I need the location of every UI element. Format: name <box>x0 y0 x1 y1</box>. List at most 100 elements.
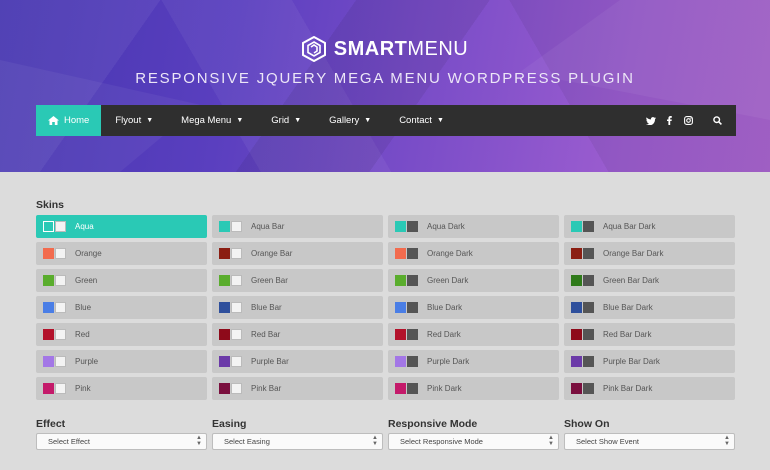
skin-base-swatch <box>583 383 594 394</box>
skin-option[interactable]: Red Dark <box>388 323 559 346</box>
skin-swatch <box>43 383 66 394</box>
skin-option[interactable]: Pink Dark <box>388 377 559 400</box>
select-arrows-icon: ▲ ▼ <box>548 435 554 447</box>
nav-item-contact[interactable]: Contact ▼ <box>385 105 458 136</box>
nav-item-mega-menu[interactable]: Mega Menu ▼ <box>167 105 257 136</box>
skin-swatch <box>219 383 242 394</box>
skin-label: Red <box>75 330 90 339</box>
skin-label: Purple Dark <box>427 357 470 366</box>
skin-swatch <box>395 356 418 367</box>
skin-swatch <box>43 275 66 286</box>
skin-option[interactable]: Orange Bar Dark <box>564 242 735 265</box>
skin-color-swatch <box>219 221 230 232</box>
responsive-mode-select[interactable]: Select Responsive Mode ▲ ▼ <box>388 433 559 450</box>
show-on-select[interactable]: Select Show Event ▲ ▼ <box>564 433 735 450</box>
skin-option[interactable]: Green Bar <box>212 269 383 292</box>
skin-label: Blue <box>75 303 92 312</box>
easing-label: Easing <box>212 418 247 430</box>
instagram-icon[interactable] <box>679 105 698 136</box>
skin-option[interactable]: Aqua Dark <box>388 215 559 238</box>
chevron-down-icon: ▼ <box>236 117 244 124</box>
skin-option[interactable]: Red Bar Dark <box>564 323 735 346</box>
skin-option[interactable]: Orange <box>36 242 207 265</box>
skin-option[interactable]: Blue Bar <box>212 296 383 319</box>
skin-color-swatch <box>571 329 582 340</box>
skin-color-swatch <box>43 221 54 232</box>
nav-item-grid[interactable]: Grid ▼ <box>257 105 315 136</box>
skin-base-swatch <box>407 221 418 232</box>
skin-swatch <box>43 329 66 340</box>
skin-option[interactable]: Purple Bar Dark <box>564 350 735 373</box>
skin-option[interactable]: Pink Bar Dark <box>564 377 735 400</box>
easing-select[interactable]: Select Easing ▲ ▼ <box>212 433 383 450</box>
skin-option[interactable]: Blue Dark <box>388 296 559 319</box>
nav-item-gallery[interactable]: Gallery ▼ <box>315 105 385 136</box>
skin-color-swatch <box>219 248 230 259</box>
main-navbar: Home Flyout ▼ Mega Menu ▼ Grid ▼ Gallery… <box>36 105 736 136</box>
skin-option[interactable]: Red <box>36 323 207 346</box>
skin-swatch <box>571 329 594 340</box>
skin-option[interactable]: Blue Bar Dark <box>564 296 735 319</box>
skin-base-swatch <box>231 383 242 394</box>
skin-label: Green <box>75 276 98 285</box>
skin-option[interactable]: Orange Bar <box>212 242 383 265</box>
skin-swatch <box>395 248 418 259</box>
skin-option[interactable]: Aqua <box>36 215 207 238</box>
skin-swatch <box>395 302 418 313</box>
skin-color-swatch <box>219 356 230 367</box>
hero-banner: SMARTMENU RESPONSIVE JQUERY MEGA MENU WO… <box>0 0 770 172</box>
nav-item-flyout[interactable]: Flyout ▼ <box>101 105 167 136</box>
responsive-mode-label: Responsive Mode <box>388 418 478 430</box>
skin-base-swatch <box>55 248 66 259</box>
skin-option[interactable]: Aqua Bar Dark <box>564 215 735 238</box>
skin-swatch <box>43 248 66 259</box>
search-icon[interactable] <box>698 105 736 136</box>
skin-label: Purple Bar Dark <box>603 357 660 366</box>
skin-color-swatch <box>219 275 230 286</box>
skin-option[interactable]: Aqua Bar <box>212 215 383 238</box>
skins-heading: Skins <box>36 199 65 211</box>
skin-base-swatch <box>231 221 242 232</box>
show-on-label: Show On <box>564 418 610 430</box>
nav-label: Contact <box>399 115 432 126</box>
skin-swatch <box>219 221 242 232</box>
effect-select[interactable]: Select Effect ▲ ▼ <box>36 433 207 450</box>
skin-option[interactable]: Blue <box>36 296 207 319</box>
nav-item-home[interactable]: Home <box>36 105 102 136</box>
skin-base-swatch <box>407 248 418 259</box>
skin-base-swatch <box>583 248 594 259</box>
skin-option[interactable]: Red Bar <box>212 323 383 346</box>
skin-label: Green Bar <box>251 276 288 285</box>
brand-logo[interactable]: SMARTMENU <box>0 36 770 62</box>
skin-option[interactable]: Green <box>36 269 207 292</box>
skin-swatch <box>571 275 594 286</box>
skin-option[interactable]: Purple Dark <box>388 350 559 373</box>
skins-grid: Aqua Aqua Bar Aqua Dark Aqua Bar Dark Orange… <box>36 215 736 400</box>
hexagon-logo-icon <box>301 36 326 62</box>
skin-label: Pink Bar <box>251 384 282 393</box>
skin-option[interactable]: Green Bar Dark <box>564 269 735 292</box>
twitter-icon[interactable] <box>641 105 660 136</box>
skin-label: Blue Bar Dark <box>603 303 653 312</box>
brand-name: SMARTMENU <box>333 37 469 60</box>
chevron-down-icon: ▼ <box>436 117 444 124</box>
skin-base-swatch <box>583 221 594 232</box>
skin-label: Pink Dark <box>427 384 462 393</box>
nav-label: Home <box>64 115 90 126</box>
skin-swatch <box>395 383 418 394</box>
effect-label: Effect <box>36 418 66 430</box>
skin-option[interactable]: Purple <box>36 350 207 373</box>
skin-option[interactable]: Pink Bar <box>212 377 383 400</box>
skin-option[interactable]: Green Dark <box>388 269 559 292</box>
skin-label: Green Dark <box>427 276 469 285</box>
skin-color-swatch <box>395 248 406 259</box>
skin-option[interactable]: Pink <box>36 377 207 400</box>
skin-base-swatch <box>231 275 242 286</box>
facebook-icon[interactable] <box>660 105 679 136</box>
skin-swatch <box>571 302 594 313</box>
skin-option[interactable]: Orange Dark <box>388 242 559 265</box>
skin-option[interactable]: Purple Bar <box>212 350 383 373</box>
skin-swatch <box>395 221 418 232</box>
skin-color-swatch <box>219 329 230 340</box>
skin-swatch <box>395 275 418 286</box>
